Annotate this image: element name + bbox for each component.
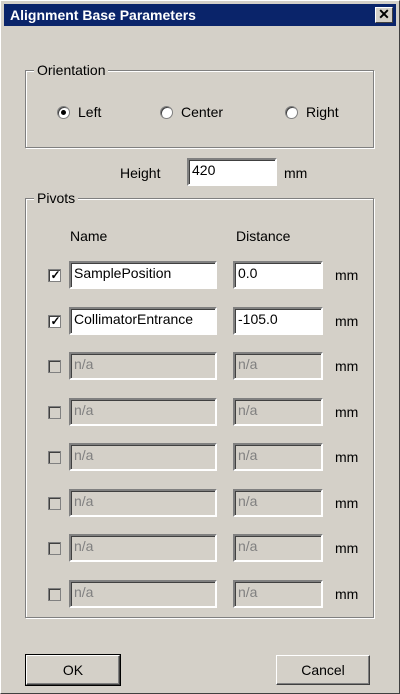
pivot-distance-unit: mm <box>335 358 359 374</box>
pivot-distance-input[interactable]: n/a <box>233 534 323 562</box>
column-header-distance: Distance <box>236 228 291 244</box>
pivot-distance-unit: mm <box>335 449 359 465</box>
pivot-checkbox[interactable]: ✓ <box>48 268 61 282</box>
pivot-distance-input[interactable]: -105.0 <box>233 307 323 335</box>
pivot-name-input[interactable]: n/a <box>69 443 217 471</box>
height-label: Height <box>120 165 161 181</box>
checkmark-icon: ✓ <box>50 314 61 328</box>
pivot-checkbox[interactable] <box>48 497 61 510</box>
height-input[interactable]: 420 <box>187 158 277 186</box>
radio-right-label: Right <box>306 104 339 120</box>
radio-center-label: Center <box>181 104 224 120</box>
radio-center[interactable]: Center <box>160 104 223 120</box>
pivot-distance-unit: mm <box>335 586 359 602</box>
window-title: Alignment Base Parameters <box>10 7 196 23</box>
pivot-checkbox[interactable] <box>48 360 61 373</box>
pivot-distance-unit: mm <box>335 267 359 283</box>
pivot-distance-input[interactable]: n/a <box>233 352 323 380</box>
height-unit: mm <box>284 165 308 181</box>
pivot-name-input[interactable]: n/a <box>69 489 217 517</box>
pivot-distance-input[interactable]: n/a <box>233 443 323 471</box>
radio-center-indicator[interactable] <box>160 105 173 119</box>
pivot-distance-unit: mm <box>335 404 359 420</box>
pivot-distance-unit: mm <box>335 540 359 556</box>
pivot-checkbox[interactable] <box>48 451 61 464</box>
pivot-name-input[interactable]: n/a <box>69 398 217 426</box>
checkmark-icon: ✓ <box>50 268 61 282</box>
pivots-legend: Pivots <box>34 190 79 206</box>
ok-button[interactable]: OK <box>25 654 121 686</box>
orientation-legend: Orientation <box>34 62 109 78</box>
dialog-window: Alignment Base Parameters ✕ Orientation … <box>0 0 400 694</box>
pivot-distance-input[interactable]: n/a <box>233 580 323 608</box>
orientation-group: Orientation Left Center Right <box>25 62 374 148</box>
radio-left-indicator[interactable] <box>57 105 70 119</box>
pivot-name-input[interactable]: n/a <box>69 580 217 608</box>
pivot-name-input[interactable]: SamplePosition <box>69 261 217 289</box>
pivot-distance-unit: mm <box>335 313 359 329</box>
pivot-distance-input[interactable]: n/a <box>233 489 323 517</box>
cancel-button[interactable]: Cancel <box>276 655 370 685</box>
title-bar: Alignment Base Parameters ✕ <box>4 4 396 26</box>
pivot-checkbox[interactable]: ✓ <box>48 314 61 328</box>
pivot-name-input[interactable]: CollimatorEntrance <box>69 307 217 335</box>
column-header-name: Name <box>70 228 108 244</box>
pivot-checkbox[interactable] <box>48 588 61 601</box>
radio-right-indicator[interactable] <box>285 105 298 119</box>
pivot-checkbox[interactable] <box>48 542 61 555</box>
pivot-distance-unit: mm <box>335 495 359 511</box>
pivot-distance-input[interactable]: 0.0 <box>233 261 323 289</box>
radio-left-label: Left <box>78 104 102 120</box>
radio-right[interactable]: Right <box>285 104 339 120</box>
pivot-distance-input[interactable]: n/a <box>233 398 323 426</box>
pivot-checkbox[interactable] <box>48 406 61 419</box>
radio-left[interactable]: Left <box>57 104 101 120</box>
pivots-group: Pivots Name Distance ✓ SamplePosition 0.0 m… <box>25 190 374 618</box>
close-icon[interactable]: ✕ <box>375 7 393 23</box>
pivot-name-input[interactable]: n/a <box>69 352 217 380</box>
pivot-name-input[interactable]: n/a <box>69 534 217 562</box>
